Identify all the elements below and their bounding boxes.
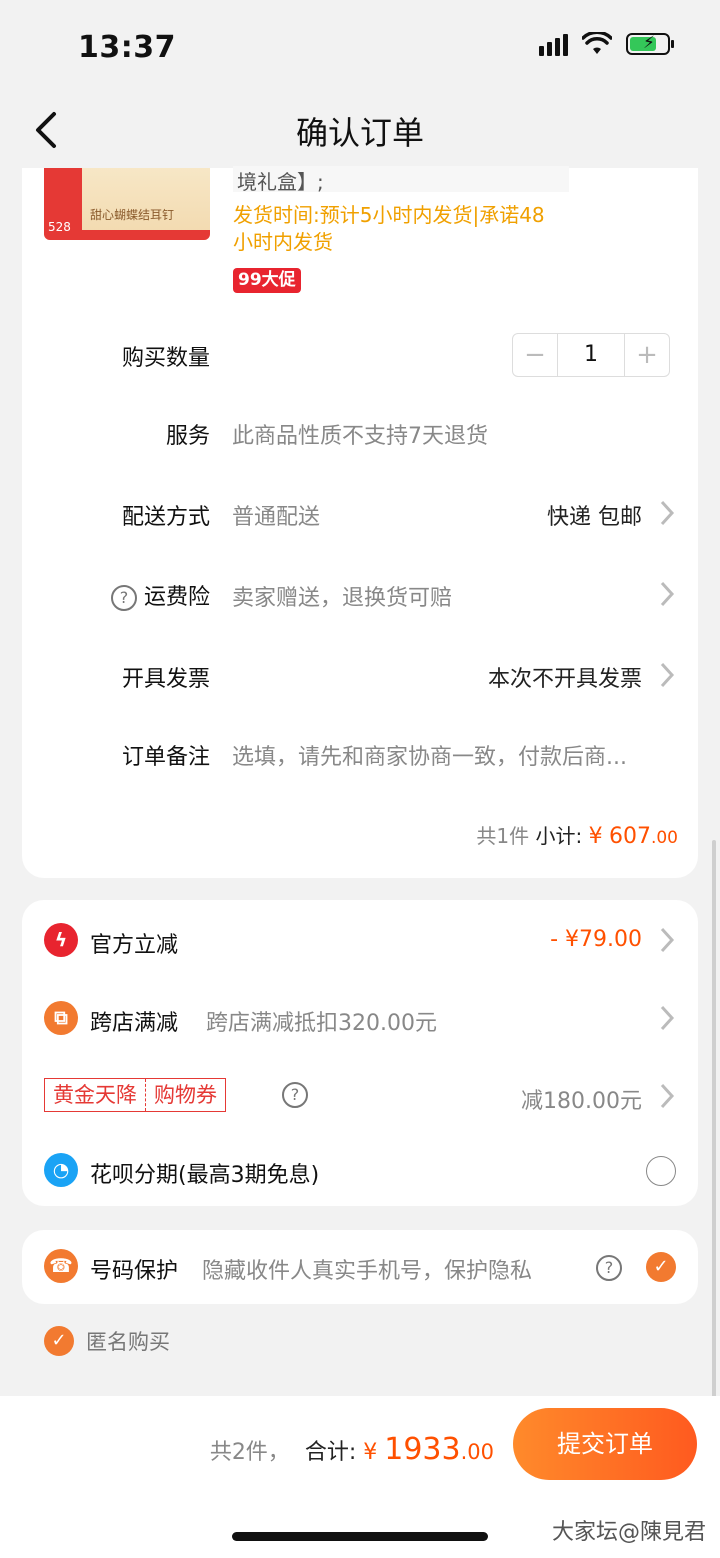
cross-store-label: 跨店满减 xyxy=(90,1011,179,1036)
ticket-icon: ⧉ xyxy=(44,1001,78,1035)
checkout-footer: 共2件， 合计: ¥ 1933.00 提交订单 大家坛@陳見君 xyxy=(0,1396,720,1558)
gold-coupon-left: 黄金天降 xyxy=(53,1083,137,1107)
help-icon[interactable]: ? xyxy=(282,1082,308,1108)
discounts-card: ϟ 官方立减 - ¥79.00 ⧉ 跨店满减 跨店满减抵扣320.00元 黄金天… xyxy=(22,900,698,1206)
total-decimal: .00 xyxy=(460,1440,494,1464)
total-amount: 1933 xyxy=(384,1432,461,1467)
quantity-stepper: − 1 + xyxy=(512,333,670,377)
official-discount-value: - ¥79.00 xyxy=(550,927,642,952)
submit-order-button[interactable]: 提交订单 xyxy=(513,1408,697,1480)
anonymous-purchase[interactable]: ✓ 匿名购买 xyxy=(44,1326,170,1356)
protection-label: 号码保护 xyxy=(90,1259,179,1284)
service-value: 此商品性质不支持7天退货 xyxy=(232,424,488,449)
subtotal-count: 共1件 xyxy=(476,824,530,848)
help-icon[interactable]: ? xyxy=(110,585,137,611)
service-label: 服务 xyxy=(165,424,210,449)
shipping-time: 发货时间:预计5小时内发货|承诺48小时内发货 xyxy=(233,203,545,254)
gold-coupon-tag: 黄金天降 购物券 xyxy=(44,1078,226,1112)
order-card: 528 甜心蝴蝶结耳钉 境礼盒】; 发货时间:预计5小时内发货|承诺48小时内发… xyxy=(22,166,698,878)
help-icon[interactable]: ? xyxy=(596,1255,622,1281)
watermark: 大家坛@陳見君 xyxy=(551,1520,706,1545)
invoice-label: 开具发票 xyxy=(121,667,210,692)
nav-bar: 确认订单 xyxy=(0,92,720,168)
quantity-label: 购买数量 xyxy=(121,346,210,371)
chevron-right-icon xyxy=(660,1005,675,1031)
freight-insurance-label: ? 运费险 xyxy=(22,579,210,611)
status-time: 13:37 xyxy=(78,30,176,65)
wifi-icon xyxy=(582,32,612,54)
delivery-value: 普通配送 xyxy=(232,505,321,530)
shield-phone-icon: ☎ xyxy=(44,1249,78,1283)
freight-insurance-value: 卖家赠送，退换货可赔 xyxy=(232,586,453,611)
scrollbar[interactable] xyxy=(712,840,716,1400)
delivery-option: 快递 包邮 xyxy=(547,505,642,530)
anonymous-label: 匿名购买 xyxy=(86,1330,170,1354)
subtotal-currency: ¥ xyxy=(588,824,603,849)
thumbnail-caption: 甜心蝴蝶结耳钉 xyxy=(90,208,175,222)
battery-icon: ⚡ xyxy=(626,33,674,55)
chevron-right-icon xyxy=(660,1083,675,1109)
signal-icon xyxy=(539,32,568,56)
product-name[interactable]: 境礼盒】; xyxy=(233,166,569,194)
product-thumbnail[interactable]: 528 甜心蝴蝶结耳钉 xyxy=(44,168,210,240)
lightning-icon: ϟ xyxy=(44,923,78,957)
note-input[interactable]: 选填，请先和商家协商一致，付款后商... xyxy=(232,739,627,771)
subtotal-amount: 607 xyxy=(608,824,651,849)
home-indicator xyxy=(232,1532,488,1541)
total-label: 合计: xyxy=(304,1440,357,1465)
gold-coupon-right: 购物券 xyxy=(145,1079,225,1111)
protection-desc: 隐藏收件人真实手机号，保护隐私 xyxy=(202,1259,533,1284)
increment-button[interactable]: + xyxy=(625,334,669,376)
decrement-button[interactable]: − xyxy=(513,334,557,376)
official-discount-label: 官方立减 xyxy=(90,933,179,958)
chevron-right-icon xyxy=(660,927,675,953)
promo-tag: 99大促 xyxy=(233,268,301,293)
note-label: 订单备注 xyxy=(121,745,210,770)
status-bar: 13:37 ⚡ xyxy=(0,0,720,92)
chevron-right-icon xyxy=(660,500,675,526)
subtotal-label: 小计: xyxy=(535,824,583,848)
delivery-label: 配送方式 xyxy=(121,505,210,530)
number-protection-card: ☎ 号码保护 隐藏收件人真实手机号，保护隐私 ? ✓ xyxy=(22,1230,698,1304)
order-total: 共2件， 合计: ¥ 1933.00 xyxy=(210,1432,494,1467)
huabei-label: 花呗分期(最高3期免息) xyxy=(90,1163,320,1188)
protection-checkbox[interactable]: ✓ xyxy=(646,1252,676,1282)
subtotal: 共1件 小计: ¥ 607.00 xyxy=(476,820,678,849)
invoice-value: 本次不开具发票 xyxy=(487,667,642,692)
anonymous-checkbox[interactable]: ✓ xyxy=(44,1326,74,1356)
chevron-right-icon xyxy=(660,662,675,688)
status-icons: ⚡ xyxy=(539,32,674,56)
quantity-value[interactable]: 1 xyxy=(557,334,625,376)
huabei-icon: ◔ xyxy=(44,1153,78,1187)
huabei-radio[interactable] xyxy=(646,1156,676,1186)
gold-coupon-value: 减180.00元 xyxy=(521,1089,642,1114)
cross-store-desc: 跨店满减抵扣320.00元 xyxy=(206,1011,437,1036)
total-count: 共2件， xyxy=(209,1440,290,1465)
total-currency: ¥ xyxy=(363,1440,378,1465)
chevron-right-icon xyxy=(660,581,675,607)
page-title: 确认订单 xyxy=(295,114,424,152)
subtotal-decimal: .00 xyxy=(650,828,678,848)
thumbnail-badge-price: 528 xyxy=(48,220,71,234)
